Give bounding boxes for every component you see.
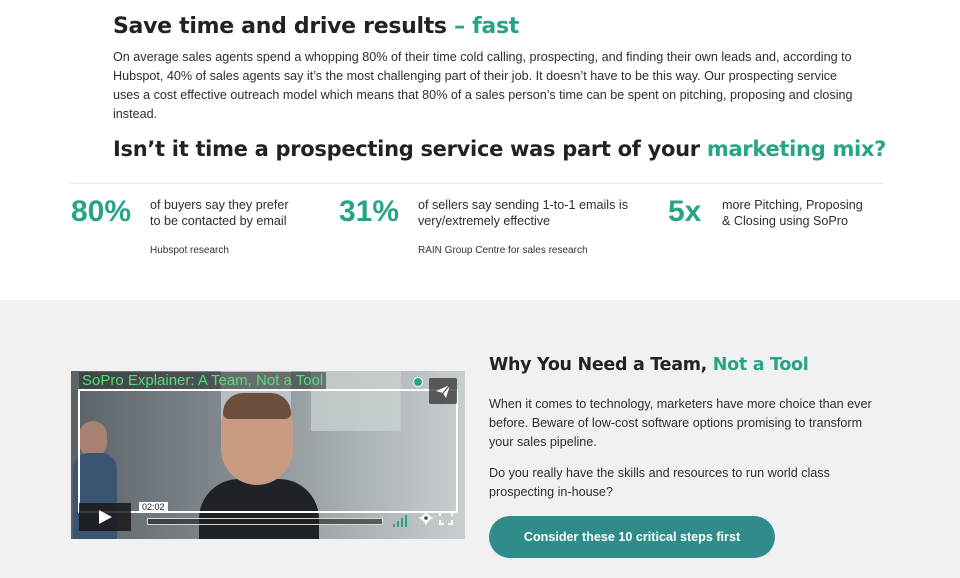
stat-value: 31% [339, 195, 400, 228]
channel-logo-icon[interactable] [413, 377, 423, 387]
heading-accent: – fast [446, 14, 519, 39]
subheading: Isn’t it time a prospecting service was … [113, 137, 886, 161]
stat-text: more Pitching, Proposing & Closing using… [722, 198, 863, 228]
stat-text: of buyers say they prefer to be contacte… [150, 198, 289, 228]
settings-gear-icon[interactable] [419, 511, 433, 525]
divider [70, 183, 883, 184]
stat-text: of sellers say sending 1-to-1 emails is … [418, 198, 628, 228]
team-paragraph: Do you really have the skills and resour… [489, 466, 830, 499]
video-player[interactable]: SoPro Explainer: A Team, Not a Tool 02:0… [71, 371, 465, 539]
video-time: 02:02 [139, 502, 168, 513]
video-title[interactable]: SoPro Explainer: A Team, Not a Tool [79, 372, 327, 389]
play-button[interactable] [79, 503, 131, 531]
intro-paragraph: On average sales agents spend a whopping… [113, 50, 853, 121]
video-overlay-frame [78, 389, 458, 513]
stat-source: Hubspot research [150, 245, 229, 256]
heading-main: Save time and drive results [113, 14, 447, 39]
play-icon [99, 510, 112, 524]
stat-source: RAIN Group Centre for sales research [418, 245, 588, 256]
top-section: Save time and drive results – fast On av… [0, 0, 960, 300]
subheading-accent: marketing mix? [706, 137, 887, 161]
fullscreen-icon[interactable] [439, 511, 453, 525]
share-icon[interactable] [429, 378, 457, 404]
team-paragraph: When it comes to technology, marketers h… [489, 397, 872, 449]
stat-value: 5x [668, 195, 702, 228]
team-heading-main: Why You Need a Team, [489, 355, 713, 375]
section-heading: Save time and drive results – fast [113, 14, 519, 39]
stat-value: 80% [71, 195, 132, 228]
subheading-main: Isn’t it time a prospecting service was … [113, 137, 707, 161]
critical-steps-button[interactable]: Consider these 10 critical steps first [489, 516, 775, 558]
team-heading: Why You Need a Team, Not a Tool [489, 355, 809, 375]
volume-icon[interactable] [393, 513, 413, 527]
team-section: SoPro Explainer: A Team, Not a Tool 02:0… [0, 300, 960, 578]
video-controls: 02:02 [79, 501, 459, 533]
team-heading-accent: Not a Tool [712, 355, 809, 375]
progress-bar[interactable] [147, 518, 383, 525]
